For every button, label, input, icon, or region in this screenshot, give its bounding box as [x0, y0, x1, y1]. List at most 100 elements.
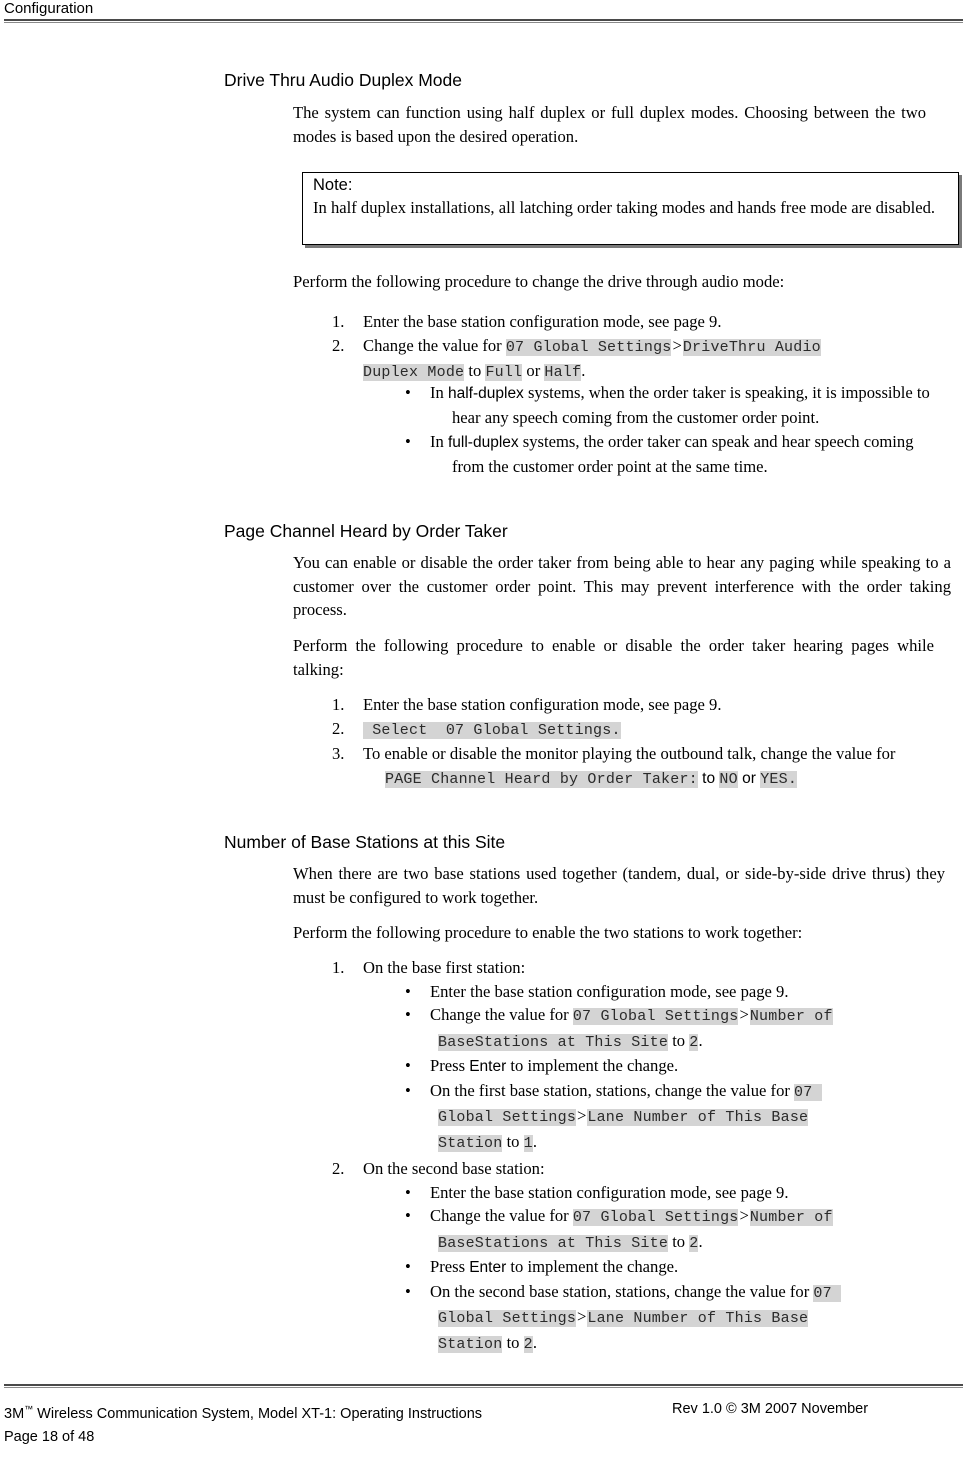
list-number: 2.: [332, 718, 345, 738]
code-half: Half: [544, 364, 582, 381]
step-prefix: To enable or disable the monitor playing…: [363, 744, 896, 763]
bullet-icon: •: [405, 1206, 411, 1225]
trademark-icon: ™: [24, 1404, 34, 1414]
paragraph-base-stations-1: When there are two base stations used to…: [293, 864, 945, 907]
list-text: On the first base station, stations, cha…: [430, 1079, 935, 1156]
term-full-duplex: full-duplex: [447, 434, 519, 451]
bullet-icon: •: [405, 1257, 411, 1276]
code-number-of: Number of: [749, 1008, 833, 1025]
bullet-list-first-station: • Enter the base station configuration m…: [405, 980, 935, 1156]
code-07: 07: [794, 1083, 822, 1101]
step-prefix: On the first base station, stations, cha…: [430, 1080, 795, 1100]
step-mid: to: [464, 361, 486, 380]
code-lane-number-of-this-base: Lane Number of This Base: [587, 1109, 809, 1126]
list-text: Press Enter to implement the change.: [430, 1255, 935, 1280]
list-text: To enable or disable the monitor playing…: [363, 742, 942, 791]
list-text: In half-duplex systems, when the order t…: [430, 381, 935, 429]
bullet-list-duplex: • In half-duplex systems, when the order…: [405, 381, 935, 478]
code-page-channel-heard: PAGE Channel Heard by Order Taker:: [385, 770, 698, 788]
step-mid: to: [668, 1231, 690, 1251]
bullet-icon: •: [405, 1182, 411, 1202]
footer-page-number: Page 18 of 48: [4, 1429, 95, 1445]
code-drivethru-audio: DriveThru Audio: [682, 338, 821, 356]
bullet-pre: In: [430, 383, 448, 402]
list-item: • On the first base station, stations, c…: [405, 1079, 935, 1156]
list-item: • In half-duplex systems, when the order…: [405, 381, 935, 429]
code-global-settings: 07 Global Settings: [572, 1209, 739, 1226]
list-item: 1. On the base first station:: [332, 956, 952, 980]
code-global-settings: Global Settings: [438, 1109, 577, 1126]
list-item: 2. Change the value for 07 Global Settin…: [332, 334, 932, 385]
code-value-2: 2: [523, 1335, 533, 1353]
list-item: • Press Enter to implement the change.: [405, 1054, 935, 1079]
header-divider: [4, 19, 963, 23]
list-text: Enter the base station configuration mod…: [430, 981, 789, 1001]
code-basestations-at-this-site: BaseStations at This Site: [438, 1033, 669, 1051]
list-item: 1. Enter the base station configuration …: [332, 310, 932, 334]
list-number: 1.: [332, 695, 345, 714]
bullet-post: to implement the change.: [506, 1056, 679, 1075]
bullet-icon: •: [405, 383, 411, 402]
footer-product-line: 3M™ Wireless Communication System, Model…: [4, 1400, 482, 1424]
path-separator: >: [739, 1206, 749, 1225]
bullet-post: to implement the change.: [506, 1257, 679, 1276]
list-item: • In full-duplex systems, the order take…: [405, 430, 935, 478]
code-station: Station: [438, 1335, 503, 1353]
bullet-icon: •: [405, 1056, 411, 1075]
list-item: 1. Enter the base station configuration …: [332, 693, 942, 717]
step-prefix: Change the value for: [430, 1206, 573, 1225]
bullet-icon: •: [405, 1281, 411, 1301]
list-item: • Enter the base station configuration m…: [405, 1181, 935, 1205]
section-heading-page-channel-heard-by-order-taker: Page Channel Heard by Order Taker: [224, 521, 508, 541]
code-full: Full: [485, 364, 523, 381]
code-duplex-mode: Duplex Mode: [363, 364, 465, 381]
note-box: Note: In half duplex installations, all …: [302, 172, 959, 245]
code-lane-number-of-this-base: Lane Number of This Base: [587, 1310, 809, 1327]
bullet-pre: Press: [430, 1257, 470, 1276]
path-separator: >: [739, 1005, 749, 1024]
list-item: • Change the value for 07 Global Setting…: [405, 1003, 935, 1054]
bullet-icon: •: [405, 1005, 411, 1024]
footer-product-name: Wireless Communication System, Model XT-…: [33, 1405, 483, 1422]
step-suffix: .: [532, 1332, 537, 1352]
list-text: Enter the base station configuration mod…: [430, 1182, 789, 1202]
code-number-of: Number of: [749, 1209, 833, 1226]
footer-brand: 3M: [4, 1405, 25, 1422]
list-text: On the base first station:: [363, 958, 526, 977]
code-value-1: 1: [523, 1134, 533, 1152]
list-text: Select 07 Global Settings.: [363, 717, 942, 743]
code-no: NO: [719, 770, 738, 788]
list-number: 1.: [332, 958, 345, 977]
list-text: In full-duplex systems, the order taker …: [430, 430, 935, 478]
list-text: Change the value for 07 Global Settings>…: [363, 334, 932, 385]
note-label: Note:: [313, 176, 353, 194]
step-mid: to: [502, 1131, 524, 1151]
step-suffix: .: [532, 1131, 537, 1151]
list-item: • On the second base station, stations, …: [405, 1280, 935, 1357]
step-mid: to: [668, 1030, 690, 1050]
path-separator: >: [577, 1307, 587, 1326]
step-prefix: Change the value for: [363, 335, 506, 355]
bullet-pre: Press: [430, 1056, 470, 1075]
step-conj: or: [737, 769, 761, 787]
ordered-list-page-channel: 1. Enter the base station configuration …: [332, 693, 942, 791]
note-body: In half duplex installations, all latchi…: [313, 198, 936, 217]
paragraph-duplex-lead: Perform the following procedure to chang…: [293, 272, 785, 291]
list-number: 2.: [332, 1159, 345, 1178]
list-number: 2.: [332, 335, 345, 355]
step-conj: or: [522, 361, 545, 380]
list-number: 3.: [332, 744, 345, 763]
code-global-settings: Global Settings: [438, 1310, 577, 1327]
code-basestations-at-this-site: BaseStations at This Site: [438, 1234, 669, 1252]
list-item: • Enter the base station configuration m…: [405, 980, 935, 1004]
footer-revision: Rev 1.0 © 3M 2007 November: [672, 1401, 869, 1417]
paragraph-base-stations-2: Perform the following procedure to enabl…: [293, 923, 803, 942]
key-enter: Enter: [469, 1259, 507, 1276]
code-select-global-settings: Select 07 Global Settings.: [363, 721, 621, 739]
list-text: Press Enter to implement the change.: [430, 1054, 935, 1079]
code-global-settings: 07 Global Settings: [572, 1008, 739, 1025]
bullet-list-second-station: • Enter the base station configuration m…: [405, 1181, 935, 1357]
list-item: 3. To enable or disable the monitor play…: [332, 742, 942, 791]
bullet-icon: •: [405, 432, 411, 451]
list-item: • Press Enter to implement the change.: [405, 1255, 935, 1280]
